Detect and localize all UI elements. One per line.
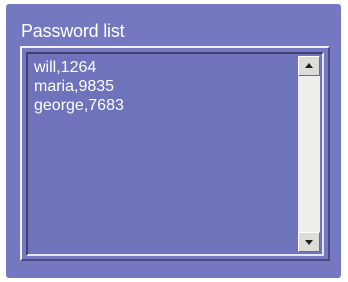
list-item[interactable]: will,1264 [34, 58, 290, 77]
password-list: will,1264 maria,9835 george,7683 [34, 58, 290, 115]
list-item[interactable]: maria,9835 [34, 77, 290, 96]
password-list-panel: Password list will,1264 maria,9835 georg… [6, 4, 341, 278]
arrow-up-icon [305, 63, 313, 68]
arrow-down-icon [305, 240, 313, 245]
scroll-down-button[interactable] [298, 232, 320, 252]
vertical-scrollbar[interactable] [298, 56, 320, 252]
password-listbox[interactable]: will,1264 maria,9835 george,7683 [26, 52, 324, 256]
password-list-title: Password list [21, 21, 125, 41]
scroll-up-button[interactable] [298, 56, 320, 76]
list-item[interactable]: george,7683 [34, 96, 290, 115]
